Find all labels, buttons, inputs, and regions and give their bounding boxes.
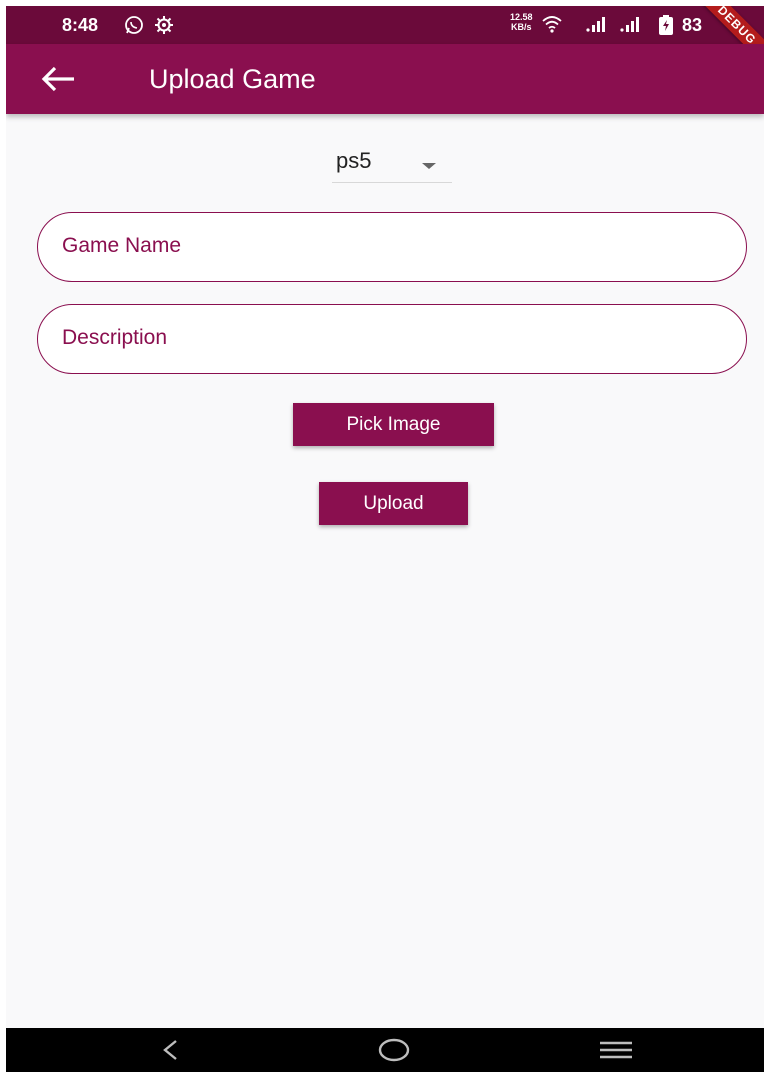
home-nav-icon[interactable] — [378, 1037, 410, 1068]
battery-percent: 83 — [682, 15, 703, 35]
arrow-back-icon — [41, 66, 74, 92]
signal-icon — [620, 15, 644, 38]
signal-icon — [586, 15, 610, 38]
game-name-input[interactable] — [62, 213, 722, 279]
status-time: 8:48 — [62, 15, 99, 35]
system-nav-bar — [6, 1028, 764, 1072]
wifi-icon — [542, 15, 562, 38]
pick-image-button[interactable]: Pick Image — [293, 403, 494, 446]
recents-nav-icon[interactable] — [598, 1040, 634, 1065]
network-speed-unit: KB/s — [511, 22, 532, 32]
battery-charging-icon — [658, 15, 674, 40]
platform-dropdown-value: ps5 — [336, 148, 372, 173]
phone-screen: 8:48 12.58 KB/s 83 DEBUG Upload Game ps5… — [6, 6, 764, 1072]
whatsapp-icon — [124, 15, 144, 40]
upload-button[interactable]: Upload — [319, 482, 468, 525]
app-bar: Upload Game — [6, 44, 764, 114]
chevron-down-icon — [420, 158, 438, 176]
description-field[interactable] — [37, 304, 747, 374]
status-bar: 8:48 12.58 KB/s 83 — [6, 6, 764, 44]
description-input[interactable] — [62, 305, 722, 371]
page-title: Upload Game — [149, 64, 316, 94]
back-button[interactable] — [40, 64, 76, 94]
back-nav-icon[interactable] — [160, 1038, 180, 1067]
network-speed: 12.58 KB/s — [510, 12, 533, 32]
platform-dropdown[interactable]: ps5 — [332, 146, 452, 183]
network-speed-value: 12.58 — [510, 12, 533, 22]
game-name-field[interactable] — [37, 212, 747, 282]
settings-gear-icon — [154, 15, 174, 40]
